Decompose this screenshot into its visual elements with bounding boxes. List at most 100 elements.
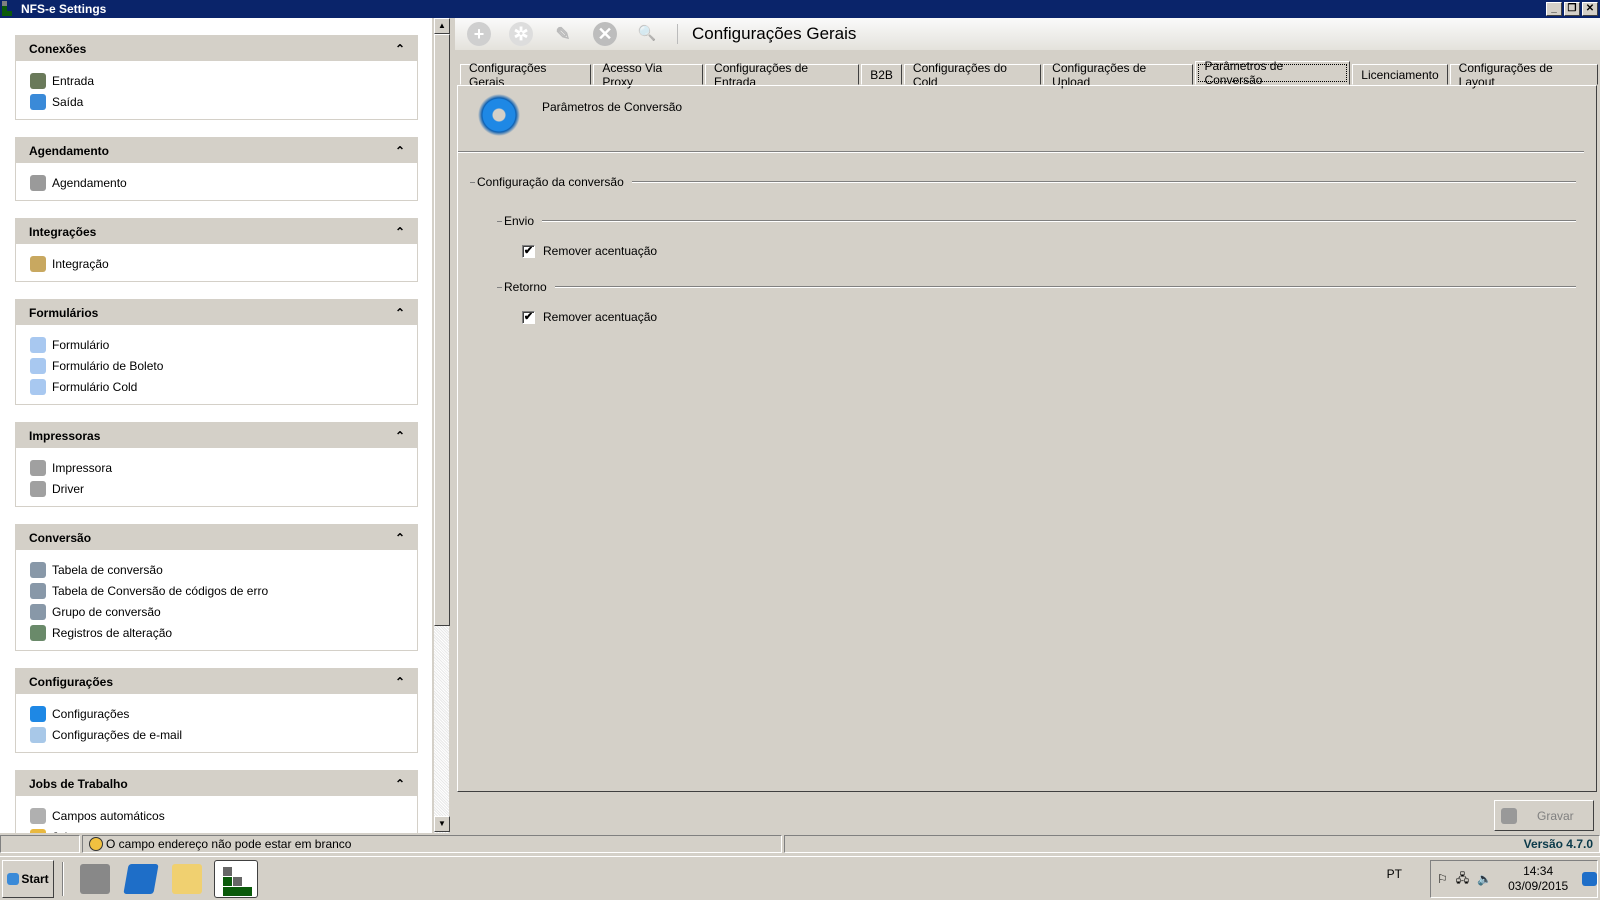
scroll-thumb[interactable] [434, 34, 450, 626]
sidebar-item-icon [30, 336, 46, 353]
search-icon[interactable]: 🔍 [635, 22, 659, 46]
sidebar-item-label: Tabela de Conversão de códigos de erro [52, 583, 269, 598]
sidebar-item[interactable]: Registros de alteração [30, 622, 417, 643]
server-manager-icon[interactable] [80, 863, 110, 894]
tab-panel: Parâmetros de Conversão Configuração da … [457, 85, 1597, 792]
envio-remove-accents-checkbox[interactable]: ✔ Remover acentuação [522, 244, 657, 258]
tab[interactable]: Configurações de Entrada [705, 61, 860, 89]
volume-icon[interactable]: 🔈 [1477, 872, 1492, 886]
sidebar-item[interactable]: Tabela de conversão [30, 559, 417, 580]
collapse-chevron-icon[interactable]: ⌃ [395, 531, 405, 545]
panel-title: Integrações [29, 224, 97, 239]
sidebar-item[interactable]: Driver [30, 478, 417, 499]
sidebar-item-label: Formulário de Boleto [52, 358, 164, 373]
flag-icon[interactable]: ⚐ [1437, 872, 1448, 886]
retorno-remove-accents-checkbox[interactable]: ✔ Remover acentuação [522, 310, 657, 324]
sidebar-item-icon [30, 378, 46, 395]
collapse-chevron-icon[interactable]: ⌃ [395, 777, 405, 791]
sidebar-item[interactable]: Integração [30, 253, 417, 274]
sidebar-scrollbar[interactable]: ▲ ▼ [433, 18, 450, 833]
panel-header[interactable]: Integrações ⌃ [16, 219, 417, 244]
sidebar-panel: Configurações ⌃ Configurações Configurações… [15, 668, 418, 753]
sidebar-item-icon [30, 828, 46, 833]
sidebar-item-label: Configurações [52, 706, 130, 721]
collapse-chevron-icon[interactable]: ⌃ [395, 429, 405, 443]
collapse-chevron-icon[interactable]: ⌃ [395, 675, 405, 689]
panel-header[interactable]: Agendamento ⌃ [16, 138, 417, 163]
start-button[interactable]: Start [2, 859, 54, 898]
panel-title: Jobs de Trabalho [29, 776, 128, 791]
tab[interactable]: B2B [861, 64, 902, 85]
group-retorno: Retorno [497, 280, 1576, 294]
sidebar-item[interactable]: Grupo de conversão [30, 601, 417, 622]
sidebar-item[interactable]: Tabela de Conversão de códigos de erro [30, 580, 417, 601]
sidebar-item[interactable]: Job [30, 826, 417, 833]
language-indicator[interactable]: PT [1387, 867, 1402, 881]
clock[interactable]: 14:34 03/09/2015 [1508, 864, 1568, 894]
nfse-app-icon[interactable] [214, 859, 258, 898]
minimize-button[interactable]: _ [1546, 2, 1562, 16]
collapse-chevron-icon[interactable]: ⌃ [395, 306, 405, 320]
collapse-chevron-icon[interactable]: ⌃ [395, 42, 405, 56]
tab-strip: Configurações Gerais Acesso Via Proxy Conf… [460, 59, 1600, 89]
tab[interactable]: Configurações Gerais [460, 61, 592, 89]
tab[interactable]: Acesso Via Proxy [593, 61, 704, 89]
sidebar-item-label: Driver [52, 481, 84, 496]
close-button[interactable]: ✕ [1582, 2, 1598, 16]
delete-icon[interactable]: ✕ [593, 22, 617, 46]
tab[interactable]: Configurações de Layout [1449, 61, 1599, 89]
sidebar-item-label: Job [52, 830, 71, 834]
panel-title: Configurações [29, 674, 114, 689]
checkbox-label: Remover acentuação [543, 244, 658, 258]
panel-header[interactable]: Conexões ⌃ [16, 36, 417, 61]
sidebar-item-label: Tabela de conversão [52, 562, 163, 577]
sidebar-item-icon [30, 459, 46, 476]
panel-header[interactable]: Impressoras ⌃ [16, 423, 417, 448]
tab[interactable]: Configurações do Cold [903, 61, 1042, 89]
panel-header[interactable]: Formulários ⌃ [16, 300, 417, 325]
start-label: Start [21, 871, 49, 886]
panel-header[interactable]: Conversão ⌃ [16, 525, 417, 550]
sidebar-item[interactable]: Formulário Cold [30, 376, 417, 397]
gear-icon[interactable]: ✲ [509, 22, 533, 46]
status-bar: O campo endereço não pode estar em branc… [0, 834, 1600, 854]
sidebar-item[interactable]: Campos automáticos [30, 805, 417, 826]
sidebar-item[interactable]: Configurações [30, 703, 417, 724]
save-button[interactable]: Gravar [1494, 800, 1594, 831]
sidebar-item[interactable]: Agendamento [30, 172, 417, 193]
sidebar-item-icon [30, 807, 46, 824]
collapse-chevron-icon[interactable]: ⌃ [395, 144, 405, 158]
collapse-chevron-icon[interactable]: ⌃ [395, 225, 405, 239]
group-envio: Envio [497, 214, 1576, 228]
divider [458, 151, 1584, 153]
panel-title: Impressoras [29, 428, 101, 443]
taskbar: Start PT ⚐ 🖧 🔈 14:34 03/09/2015 [0, 856, 1600, 900]
powershell-icon[interactable] [123, 863, 159, 894]
sidebar-item[interactable]: Entrada [30, 70, 417, 91]
checkbox-check-icon[interactable]: ✔ [522, 310, 535, 324]
window-title: NFS-e Settings [21, 2, 107, 16]
network-icon[interactable]: 🖧 [1456, 869, 1469, 890]
tab[interactable]: Licenciamento [1352, 64, 1448, 85]
scroll-up-button[interactable]: ▲ [434, 18, 450, 34]
checkbox-check-icon[interactable]: ✔ [522, 244, 535, 258]
scroll-down-button[interactable]: ▼ [434, 816, 450, 832]
sidebar-item[interactable]: Saída [30, 91, 417, 112]
sidebar-item[interactable]: Impressora [30, 457, 417, 478]
file-explorer-icon[interactable] [172, 863, 202, 894]
panel-header[interactable]: Jobs de Trabalho ⌃ [16, 771, 417, 796]
app-logo-icon [2, 1, 18, 17]
sidebar-item[interactable]: Formulário [30, 334, 417, 355]
sidebar-item[interactable]: Formulário de Boleto [30, 355, 417, 376]
tab[interactable]: Parâmetros de Conversão [1195, 59, 1351, 87]
status-cell [0, 835, 80, 853]
sidebar-item[interactable]: Configurações de e-mail [30, 724, 417, 745]
add-icon[interactable]: + [467, 22, 491, 46]
maximize-button[interactable]: ❐ [1564, 2, 1580, 16]
sidebar-item-icon [30, 726, 46, 743]
tab[interactable]: Configurações de Upload [1043, 61, 1194, 89]
sidebar-item-icon [30, 174, 46, 191]
edit-pencil-icon[interactable]: ✎ [551, 22, 575, 46]
show-desktop-icon[interactable] [1582, 872, 1597, 886]
panel-header[interactable]: Configurações ⌃ [16, 669, 417, 694]
